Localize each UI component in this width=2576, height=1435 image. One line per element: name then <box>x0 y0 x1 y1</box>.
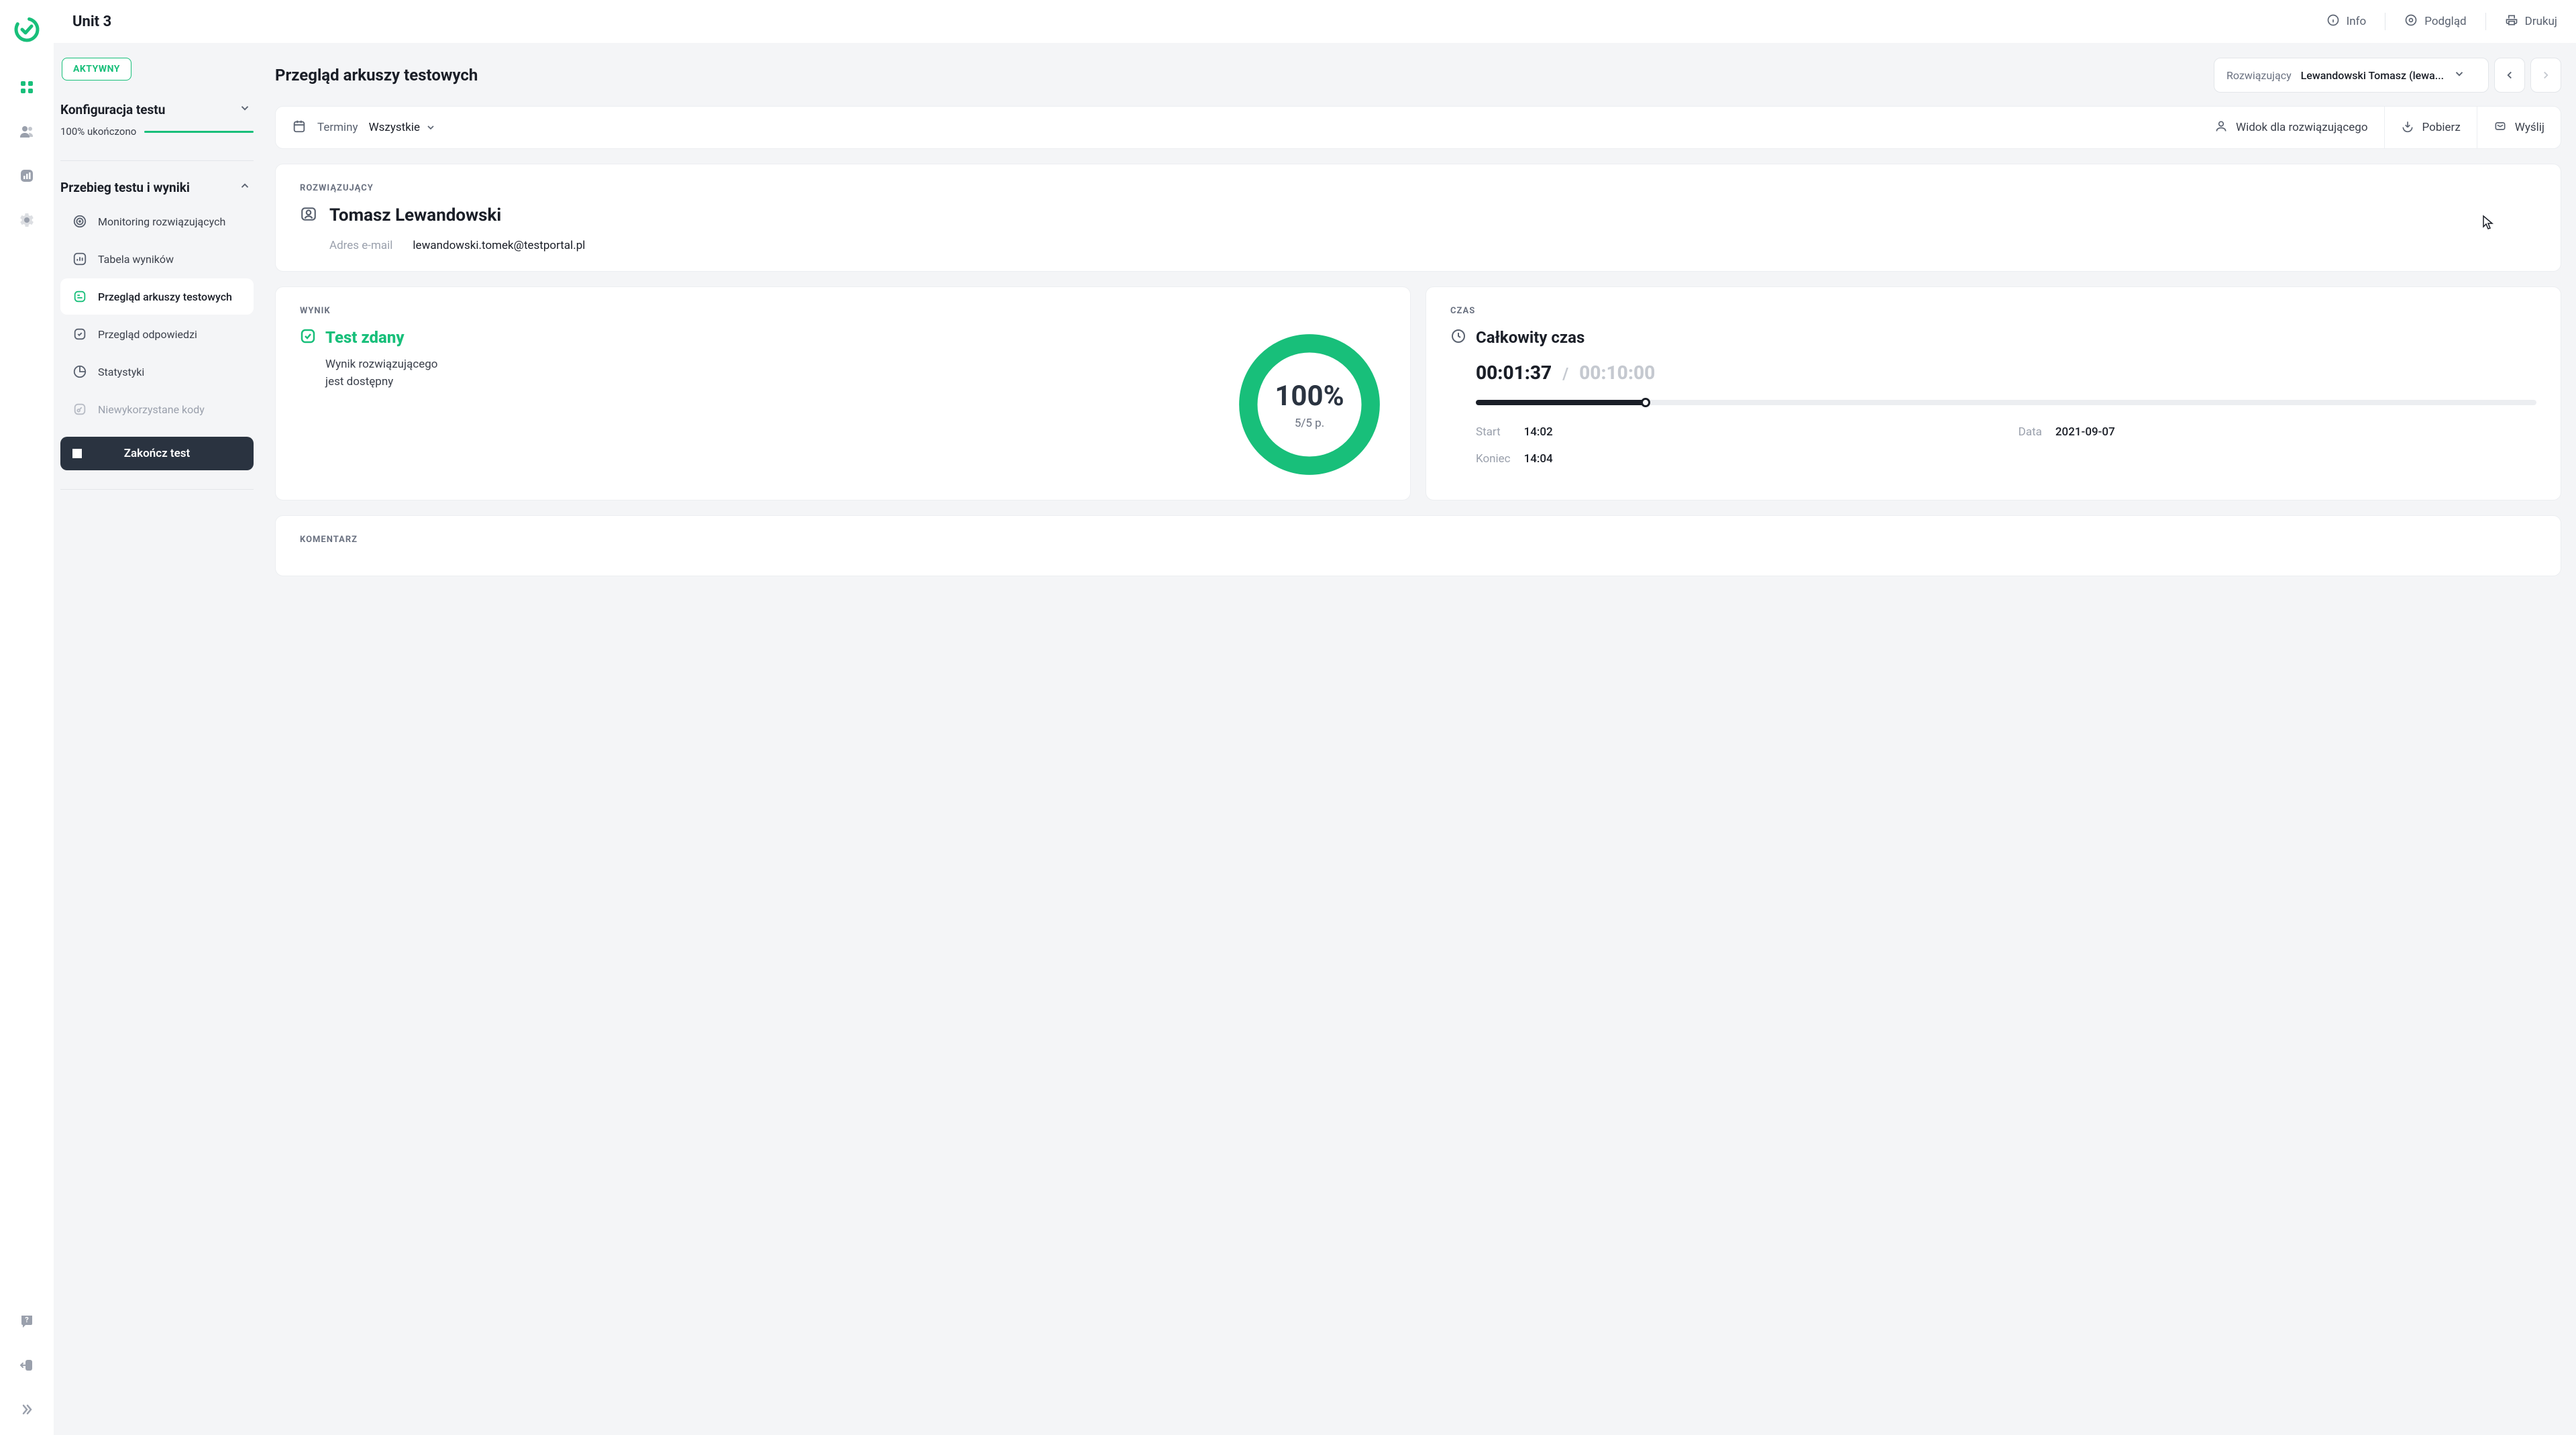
download-icon <box>2401 119 2414 136</box>
score-donut: 100% 5/5 p. <box>1233 328 1386 481</box>
start-time: 14:02 <box>1524 425 2005 439</box>
print-button[interactable]: Drukuj <box>2505 13 2557 30</box>
clock-icon <box>1450 328 1466 347</box>
check-square-icon <box>72 327 87 341</box>
pie-icon <box>72 364 87 379</box>
solver-card: ROZWIĄZUJĄCY Tomasz Lewandowski Adres e-… <box>275 164 2561 272</box>
sidebar-item-answer-review[interactable]: Przegląd odpowiedzi <box>60 316 254 352</box>
terms-label: Terminy <box>317 121 358 134</box>
chevron-down-icon <box>2453 68 2465 83</box>
config-section-toggle[interactable]: Konfiguracja testu <box>59 99 255 125</box>
send-button[interactable]: Wyślij <box>2477 107 2561 148</box>
icon-rail: ? <box>0 0 54 1435</box>
content-title: Przegląd arkuszy testowych <box>275 66 478 85</box>
check-square-icon <box>300 328 316 347</box>
terms-dropdown[interactable]: Wszystkie <box>369 121 436 134</box>
solver-view-button[interactable]: Widok dla rozwiązującego <box>2198 107 2384 148</box>
svg-text:?: ? <box>25 1316 29 1324</box>
next-solver-button[interactable] <box>2530 58 2561 93</box>
results-section-toggle[interactable]: Przebieg testu i wyniki <box>59 177 255 203</box>
side-panel: AKTYWNY Konfiguracja testu 100% ukończon… <box>54 43 260 1435</box>
sidebar-item-statistics[interactable]: Statystyki <box>60 354 254 390</box>
solver-name: Tomasz Lewandowski <box>329 205 501 225</box>
solver-dropdown[interactable]: Rozwiązujący Lewandowski Tomasz (lewa... <box>2214 58 2489 93</box>
status-badge: AKTYWNY <box>62 58 131 81</box>
expand-icon[interactable] <box>17 1400 36 1419</box>
time-progress-bar <box>1476 400 2536 405</box>
score-percent: 100% <box>1275 380 1344 413</box>
end-time: 14:04 <box>1524 452 2005 466</box>
sheet-icon <box>72 289 87 304</box>
topbar: Unit 3 Info Podgląd Drukuj <box>54 0 2576 43</box>
sidebar-item-label: Statystyki <box>98 366 144 378</box>
date-value: 2021-09-07 <box>2055 425 2536 439</box>
sidebar-item-monitoring[interactable]: Monitoring rozwiązujących <box>60 203 254 240</box>
time-card: CZAS Całkowity czas 00:01:37 / 00:10:00 <box>1426 286 2561 500</box>
result-card: WYNIK Test zdany Wynik rozwiązującego je… <box>275 286 1411 500</box>
sidebar-item-label: Niewykorzystane kody <box>98 403 205 416</box>
progress-bar <box>144 131 254 133</box>
preview-button[interactable]: Podgląd <box>2404 13 2466 30</box>
sidebar-item-label: Przegląd odpowiedzi <box>98 328 197 341</box>
chevron-down-icon <box>239 102 251 117</box>
info-icon <box>2326 13 2340 30</box>
result-subtitle: Wynik rozwiązującego jest dostępny <box>300 356 454 390</box>
sidebar-item-label: Przegląd arkuszy testowych <box>98 290 232 303</box>
page-title: Unit 3 <box>72 13 111 30</box>
help-icon[interactable]: ? <box>17 1312 36 1330</box>
id-icon <box>300 205 317 225</box>
print-icon <box>2505 13 2518 30</box>
prev-solver-button[interactable] <box>2494 58 2525 93</box>
info-button[interactable]: Info <box>2326 13 2367 30</box>
mail-icon <box>2493 119 2507 136</box>
chevron-up-icon <box>239 180 251 195</box>
user-icon <box>2214 119 2228 136</box>
progress-label: 100% ukończono <box>60 125 136 138</box>
key-icon <box>72 402 87 417</box>
score-points: 5/5 p. <box>1295 417 1324 430</box>
content-area: Przegląd arkuszy testowych Rozwiązujący … <box>260 43 2576 1435</box>
content-toolbar: Terminy Wszystkie Widok dla rozwiązujące… <box>275 106 2561 149</box>
end-test-button[interactable]: Zakończ test <box>60 437 254 470</box>
sidebar-item-label: Tabela wyników <box>98 253 174 266</box>
sidebar-item-unused-codes[interactable]: Niewykorzystane kody <box>60 391 254 427</box>
download-button[interactable]: Pobierz <box>2384 107 2477 148</box>
logout-icon[interactable] <box>17 1356 36 1375</box>
email-value: lewandowski.tomek@testportal.pl <box>413 239 585 252</box>
eye-icon <box>2404 13 2418 30</box>
stop-icon <box>72 449 82 458</box>
time-total: 00:10:00 <box>1579 362 1655 384</box>
result-title: Test zdany <box>325 328 405 347</box>
target-icon <box>72 214 87 229</box>
sidebar-item-label: Monitoring rozwiązujących <box>98 215 225 228</box>
analytics-icon[interactable] <box>17 166 36 185</box>
email-label: Adres e-mail <box>329 239 392 252</box>
users-icon[interactable] <box>17 122 36 141</box>
sidebar-item-sheet-review[interactable]: Przegląd arkuszy testowych <box>60 278 254 315</box>
comment-card: KOMENTARZ <box>275 515 2561 576</box>
calendar-icon <box>292 119 307 136</box>
app-logo <box>13 16 40 46</box>
sidebar-item-results-table[interactable]: Tabela wyników <box>60 241 254 277</box>
settings-icon[interactable] <box>17 211 36 229</box>
time-elapsed: 00:01:37 <box>1476 362 1552 384</box>
bar-chart-icon <box>72 252 87 266</box>
dashboard-icon[interactable] <box>17 78 36 97</box>
